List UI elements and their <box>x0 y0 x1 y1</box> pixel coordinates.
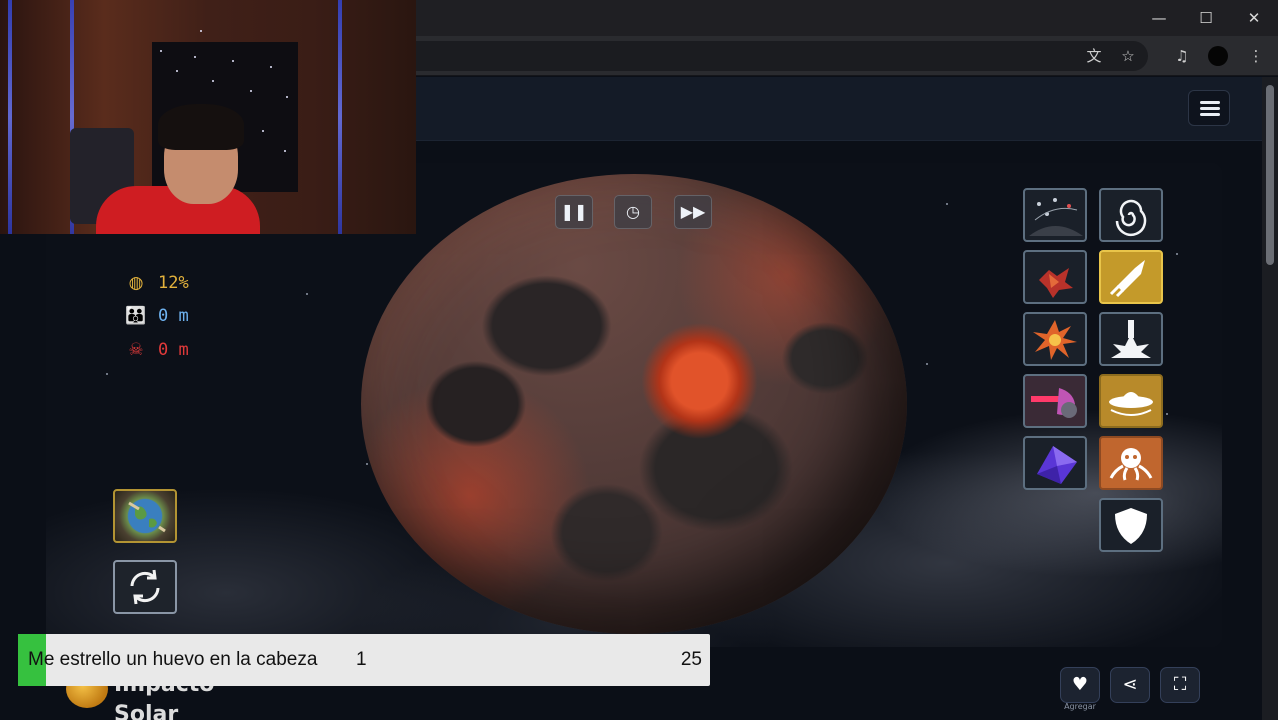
population-icon: 👪 <box>125 306 147 326</box>
missile-icon <box>1109 260 1145 298</box>
alien-tool[interactable] <box>1099 436 1163 490</box>
maximize-button[interactable]: ☐ <box>1193 6 1219 30</box>
missile-tool[interactable] <box>1099 250 1163 304</box>
more-icon[interactable]: ⋮ <box>1244 44 1268 68</box>
globe-icon: ◍ <box>128 273 144 293</box>
media-icon[interactable]: ♫ <box>1170 44 1194 68</box>
page-scrollbar[interactable] <box>1262 77 1278 720</box>
skull-icon: ☠ <box>128 340 144 360</box>
earth-icon <box>128 499 166 533</box>
population-value: 0 m <box>158 306 189 326</box>
pause-button[interactable]: ❚❚ <box>555 195 593 229</box>
planet-select-button[interactable] <box>113 489 177 543</box>
explosion-tool[interactable] <box>1023 312 1087 366</box>
scrollbar-thumb[interactable] <box>1266 85 1274 265</box>
satellites-tool[interactable] <box>1023 188 1087 242</box>
shield-tool[interactable] <box>1099 498 1163 552</box>
poll-total: 25 <box>680 649 702 670</box>
clock-icon[interactable]: ◷ <box>614 195 652 229</box>
close-button[interactable]: ✕ <box>1241 6 1267 30</box>
destruction-value: 12% <box>158 273 189 293</box>
nuke-tool[interactable] <box>1099 312 1163 366</box>
nuke-icon <box>1111 320 1151 358</box>
black-hole-tool[interactable] <box>1099 188 1163 242</box>
poll-text: Me estrello un huevo en la cabeza <box>28 649 318 670</box>
webcam-overlay <box>0 0 416 234</box>
poll-bar: Me estrello un huevo en la cabeza 1 25 <box>18 634 710 686</box>
ufo-icon <box>1109 392 1153 416</box>
ufo-tool[interactable] <box>1099 374 1163 428</box>
refresh-icon <box>130 569 160 605</box>
laser-tool[interactable] <box>1023 374 1087 428</box>
like-caption: Agregar <box>1064 702 1096 711</box>
shield-icon <box>1115 508 1147 544</box>
satellites-icon <box>1029 198 1083 236</box>
explosion-icon <box>1033 320 1077 360</box>
debris-icon <box>1039 268 1073 298</box>
minimize-button[interactable]: — <box>1146 6 1172 30</box>
share-button[interactable]: ⋖ <box>1110 667 1150 703</box>
fast-forward-button[interactable]: ▶▶ <box>674 195 712 229</box>
like-button[interactable]: ♥ <box>1060 667 1100 703</box>
crystal-icon <box>1037 446 1077 484</box>
reset-button[interactable] <box>113 560 177 614</box>
fullscreen-button[interactable]: ⛶ <box>1160 667 1200 703</box>
hamburger-menu-button[interactable] <box>1188 90 1230 126</box>
poll-count: 1 <box>356 649 367 670</box>
spiral-icon <box>1115 199 1147 237</box>
address-bar[interactable]: 文 ☆ <box>400 41 1148 71</box>
octopus-icon <box>1109 448 1153 481</box>
star-icon[interactable]: ☆ <box>1116 44 1140 68</box>
laser-icon <box>1031 388 1077 418</box>
deaths-value: 0 m <box>158 340 189 360</box>
screen: — ☐ ✕ 文 ☆ ♫ ⋮ ❚❚ ◷ ▶▶ ◍ 12% 👪 0 m ☠ 0 m … <box>0 0 1278 720</box>
planet-target[interactable] <box>361 174 907 634</box>
crystal-tool[interactable] <box>1023 436 1087 490</box>
translate-icon[interactable]: 文 <box>1082 44 1106 68</box>
debris-tool[interactable] <box>1023 250 1087 304</box>
profile-icon[interactable] <box>1206 44 1230 68</box>
